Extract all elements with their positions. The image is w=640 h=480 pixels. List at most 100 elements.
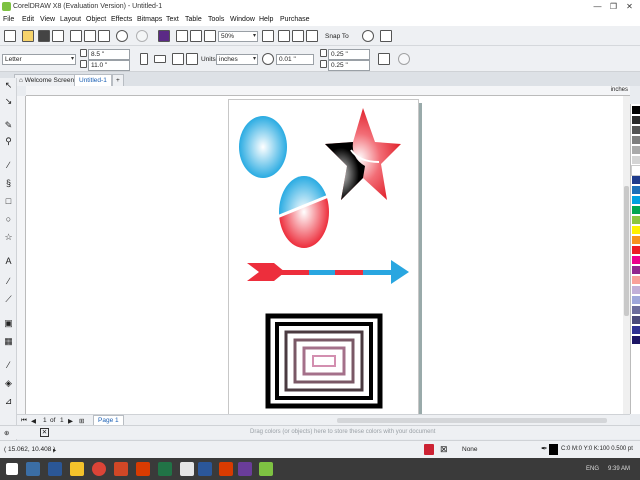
office-taskbar-icon[interactable] bbox=[219, 462, 233, 476]
import-icon[interactable] bbox=[176, 30, 188, 42]
show-grid-icon[interactable] bbox=[292, 30, 304, 42]
menu-bitmaps[interactable]: Bitmaps bbox=[137, 16, 162, 23]
connector-tool-icon[interactable]: ⟋ bbox=[3, 294, 14, 305]
launch-icon[interactable] bbox=[380, 30, 392, 42]
no-color-icon[interactable]: ✕ bbox=[40, 428, 49, 437]
palette-swatch[interactable] bbox=[632, 176, 640, 185]
menu-effects[interactable]: Effects bbox=[111, 16, 132, 23]
zoom-tool-icon[interactable]: ⚲ bbox=[3, 136, 14, 147]
blue-gradient-ellipse[interactable] bbox=[239, 116, 287, 178]
notepad-taskbar-icon[interactable] bbox=[180, 462, 194, 476]
palette-swatch[interactable] bbox=[632, 216, 640, 225]
horizontal-ruler[interactable]: inches bbox=[26, 86, 630, 96]
new-tab-button[interactable]: + bbox=[112, 74, 124, 86]
horizontal-scrollbar[interactable] bbox=[337, 418, 607, 423]
palette-swatch[interactable] bbox=[632, 116, 640, 125]
transparency-tool-icon[interactable]: ▦ bbox=[3, 336, 14, 347]
pick-tool-icon[interactable]: ↖ bbox=[3, 80, 14, 91]
zoom-level-select[interactable]: 50% bbox=[218, 31, 258, 42]
menu-file[interactable]: File bbox=[3, 16, 14, 23]
tab-welcome-screen[interactable]: ⌂ Welcome Screen bbox=[14, 74, 80, 86]
split-gradient-circle[interactable] bbox=[276, 176, 332, 248]
portrait-icon[interactable] bbox=[140, 53, 148, 65]
palette-swatch[interactable] bbox=[632, 156, 640, 165]
word-taskbar-icon[interactable] bbox=[198, 462, 212, 476]
corel-connect-taskbar-icon[interactable] bbox=[238, 462, 252, 476]
palette-swatch[interactable] bbox=[632, 306, 640, 315]
palette-swatch[interactable] bbox=[632, 136, 640, 145]
gradient-star[interactable] bbox=[325, 108, 401, 200]
export-icon[interactable] bbox=[190, 30, 202, 42]
eyedropper-icon[interactable]: ⁄ bbox=[3, 360, 14, 371]
artistic-media-icon[interactable]: § bbox=[3, 178, 14, 189]
shape-tool-icon[interactable]: ↘ bbox=[3, 96, 14, 107]
options-gear-icon[interactable] bbox=[362, 30, 374, 42]
duplicate-distance-y-field[interactable]: 0.25 " bbox=[328, 60, 370, 71]
status-arrow-icon[interactable]: ▸ bbox=[53, 446, 56, 454]
palette-add-icon[interactable]: ⊕ bbox=[4, 429, 9, 437]
menu-table[interactable]: Table bbox=[185, 16, 202, 23]
palette-swatch[interactable] bbox=[632, 226, 640, 235]
menu-layout[interactable]: Layout bbox=[60, 16, 81, 23]
show-rulers-icon[interactable] bbox=[278, 30, 290, 42]
freehand-tool-icon[interactable]: ∕ bbox=[3, 160, 14, 171]
minimize-button[interactable]: — bbox=[590, 0, 605, 13]
menu-view[interactable]: View bbox=[40, 16, 55, 23]
vertical-scrollbar[interactable] bbox=[623, 96, 630, 414]
palette-swatch[interactable] bbox=[632, 196, 640, 205]
ie-taskbar-icon[interactable] bbox=[48, 462, 62, 476]
drop-shadow-icon[interactable]: ▣ bbox=[3, 318, 14, 329]
add-page-icon[interactable]: ⊞ bbox=[79, 417, 84, 425]
palette-swatch[interactable] bbox=[632, 106, 640, 115]
snap-to-dropdown[interactable]: Snap To bbox=[325, 33, 349, 40]
prev-page-icon[interactable]: ◀ bbox=[31, 417, 36, 425]
new-document-icon[interactable] bbox=[4, 30, 16, 42]
start-windows-icon[interactable] bbox=[6, 463, 18, 475]
polygon-tool-icon[interactable]: ☆ bbox=[3, 232, 14, 243]
maximize-button[interactable]: ❐ bbox=[606, 0, 621, 13]
save-icon[interactable] bbox=[38, 30, 50, 42]
treat-as-filled-icon[interactable] bbox=[378, 53, 390, 65]
all-pages-icon[interactable] bbox=[172, 53, 184, 65]
menu-tools[interactable]: Tools bbox=[208, 16, 224, 23]
page-width-field[interactable]: 8.5 " bbox=[88, 49, 130, 60]
palette-swatch[interactable] bbox=[632, 296, 640, 305]
landscape-icon[interactable] bbox=[154, 55, 166, 63]
app-taskbar-icon[interactable] bbox=[136, 462, 150, 476]
next-page-icon[interactable]: ▶ bbox=[68, 417, 73, 425]
current-page-icon[interactable] bbox=[186, 53, 198, 65]
interactive-fill-icon[interactable]: ◈ bbox=[3, 378, 14, 389]
close-button[interactable]: ✕ bbox=[622, 0, 637, 13]
palette-swatch[interactable] bbox=[632, 236, 640, 245]
paste-icon[interactable] bbox=[98, 30, 110, 42]
nudge-distance-field[interactable]: 0.01 " bbox=[276, 54, 314, 65]
add-icon[interactable] bbox=[398, 53, 410, 65]
redo-icon[interactable] bbox=[136, 30, 148, 42]
crop-tool-icon[interactable]: ✎ bbox=[3, 120, 14, 131]
palette-swatch[interactable] bbox=[632, 286, 640, 295]
export-pdf-icon[interactable] bbox=[204, 30, 216, 42]
chrome-taskbar-icon[interactable] bbox=[92, 462, 106, 476]
rectangle-tool-icon[interactable]: □ bbox=[3, 196, 14, 207]
show-guidelines-icon[interactable] bbox=[306, 30, 318, 42]
folder-taskbar-icon[interactable] bbox=[70, 462, 84, 476]
vertical-ruler[interactable] bbox=[17, 96, 26, 414]
first-page-icon[interactable]: ⏮ bbox=[21, 417, 27, 425]
menu-text[interactable]: Text bbox=[166, 16, 179, 23]
palette-swatch[interactable] bbox=[632, 256, 640, 265]
menu-help[interactable]: Help bbox=[259, 16, 273, 23]
copy-icon[interactable] bbox=[84, 30, 96, 42]
undo-icon[interactable] bbox=[116, 30, 128, 42]
parallel-dimension-icon[interactable]: ∕ bbox=[3, 276, 14, 287]
coreldraw-taskbar-icon[interactable] bbox=[259, 462, 273, 476]
striped-arrow[interactable] bbox=[247, 260, 409, 284]
concentric-rectangles[interactable] bbox=[265, 313, 383, 409]
palette-swatch[interactable] bbox=[632, 336, 640, 345]
ellipse-tool-icon[interactable]: ○ bbox=[3, 214, 14, 225]
document-page[interactable] bbox=[228, 99, 419, 415]
explorer-taskbar-icon[interactable] bbox=[26, 462, 40, 476]
palette-swatch[interactable] bbox=[632, 246, 640, 255]
powerpoint-taskbar-icon[interactable] bbox=[114, 462, 128, 476]
open-folder-icon[interactable] bbox=[22, 30, 34, 42]
menu-object[interactable]: Object bbox=[86, 16, 106, 23]
